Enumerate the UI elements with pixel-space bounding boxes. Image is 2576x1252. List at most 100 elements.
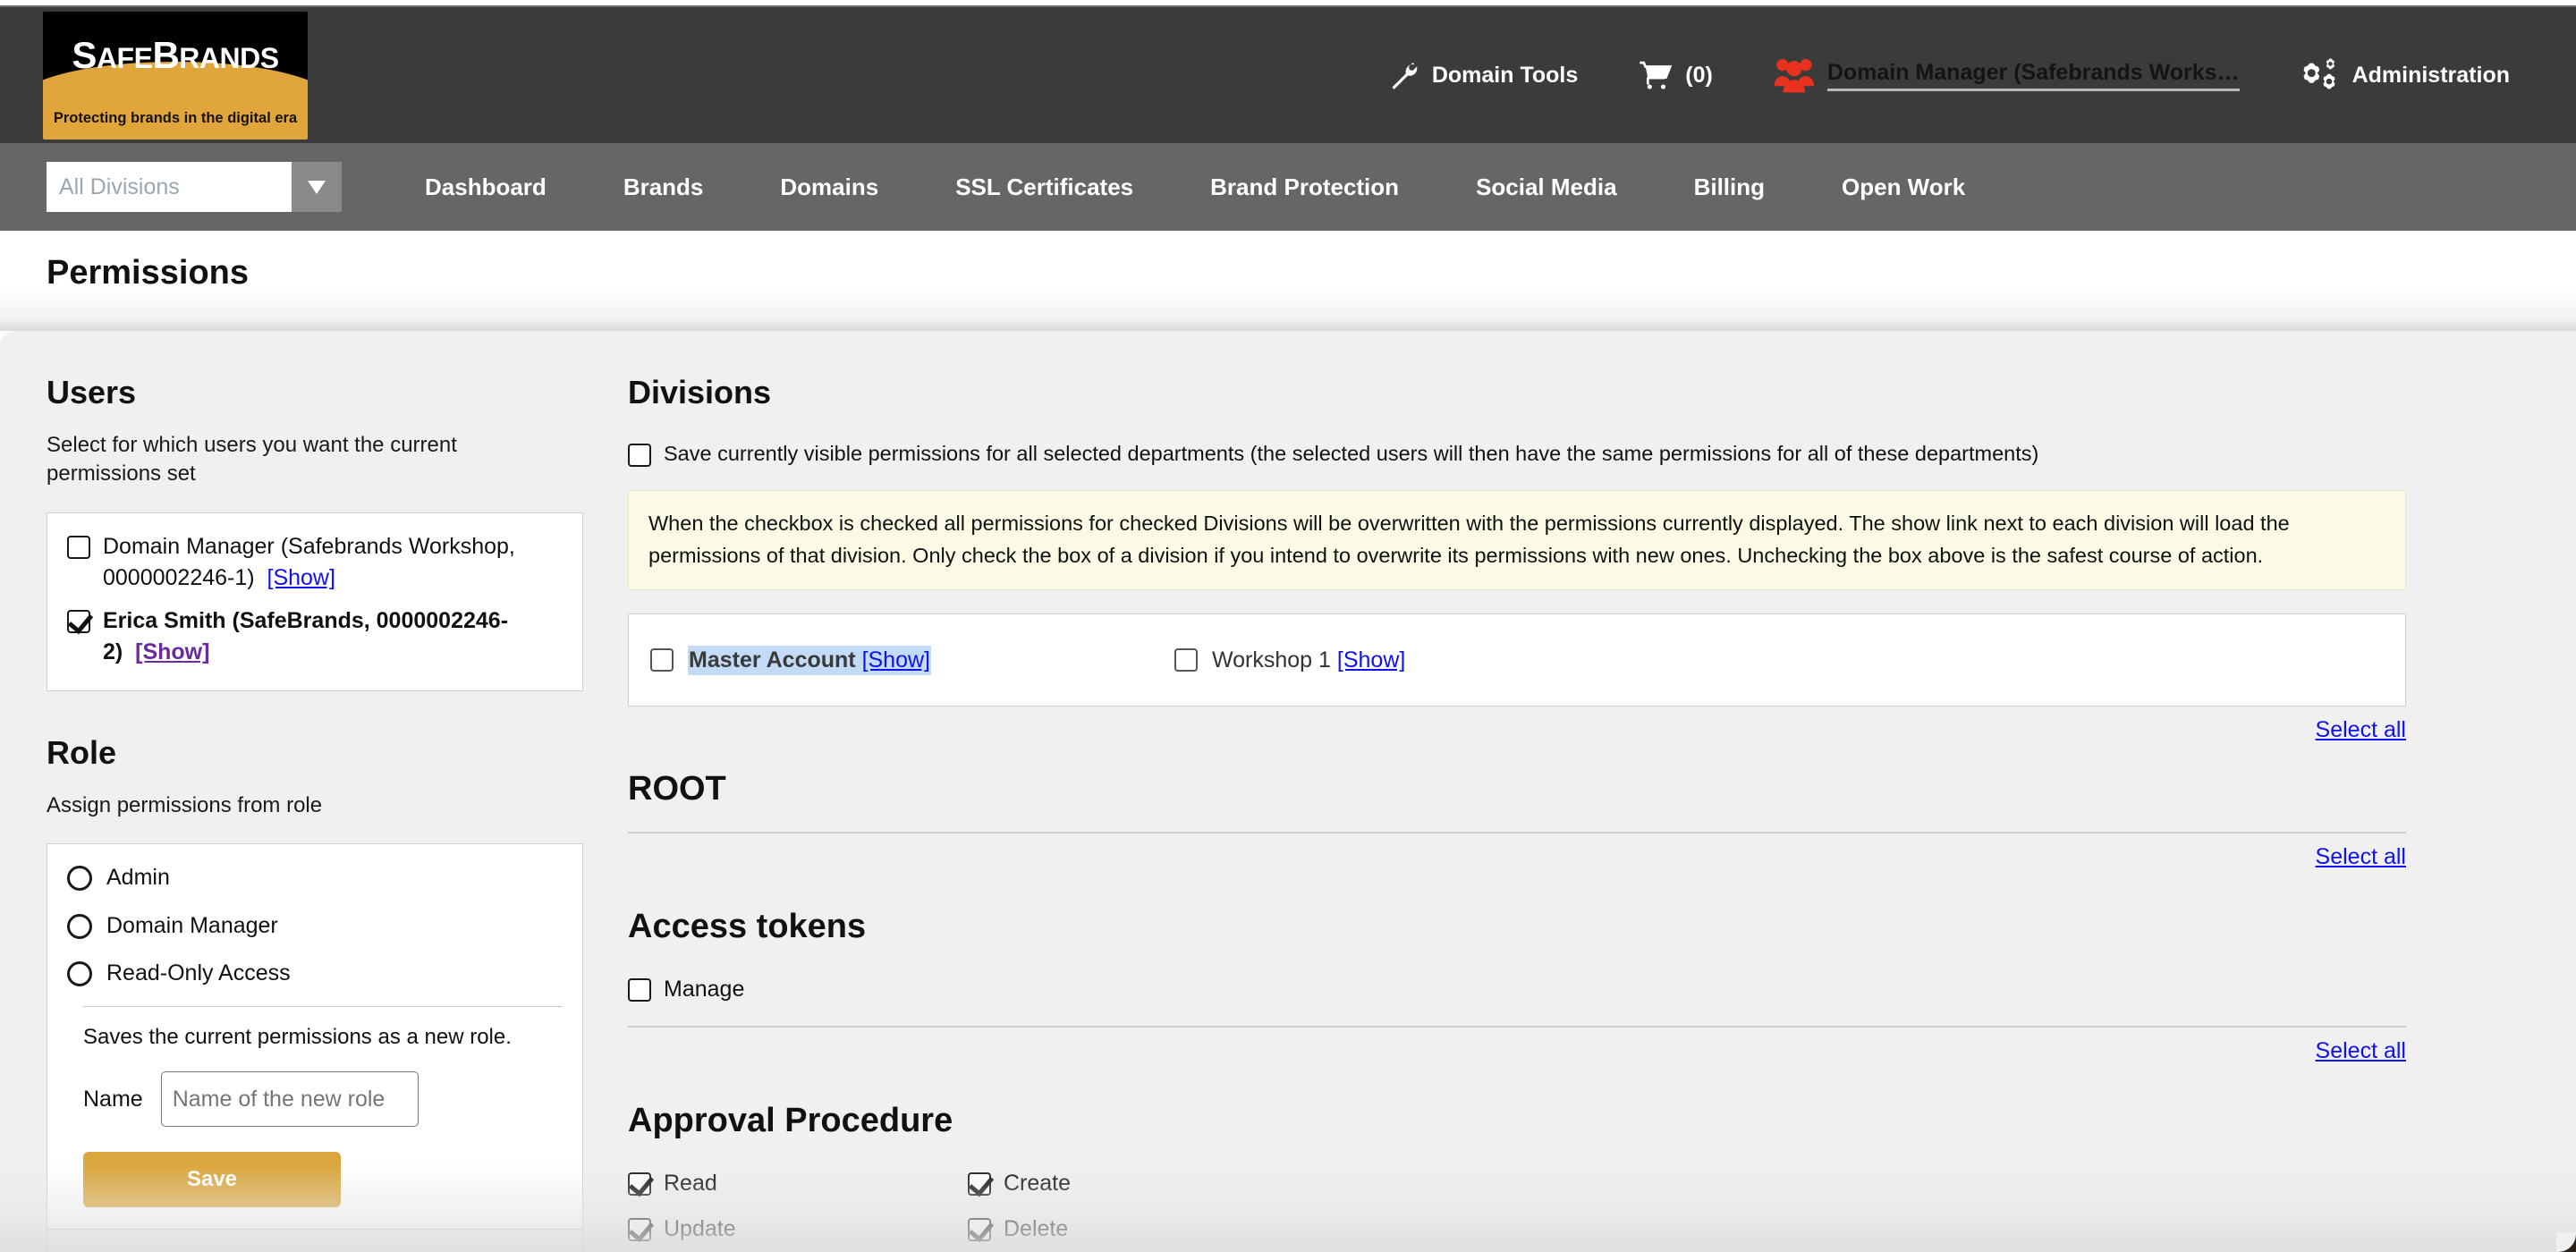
permission-update[interactable]: Update — [628, 1216, 968, 1242]
select-all-link[interactable]: Select all — [2316, 1038, 2406, 1064]
save-all-divisions-checkbox[interactable] — [628, 444, 651, 467]
section-divider — [628, 1026, 2406, 1028]
page-title: Permissions — [47, 254, 249, 292]
brand-logo[interactable]: SAFEBRANDS Protecting brands in the digi… — [43, 11, 311, 140]
role-name-label: Name — [83, 1086, 143, 1112]
permission-manage[interactable]: Manage — [628, 977, 968, 1002]
cart-count-label: (0) — [1685, 62, 1713, 88]
user-row[interactable]: Erica Smith (SafeBrands, 0000002246-2) [… — [67, 605, 563, 669]
user-row-text: Erica Smith (SafeBrands, 0000002246-2) [… — [103, 605, 563, 669]
role-option-label: Admin — [106, 865, 170, 891]
permission-label: Read — [664, 1171, 717, 1197]
role-radio[interactable] — [67, 913, 92, 939]
left-column: Users Select for which users you want th… — [47, 331, 583, 1231]
window-top-strip — [0, 0, 2576, 7]
users-description: Select for which users you want the curr… — [47, 433, 457, 486]
role-option-domain-manager[interactable]: Domain Manager — [67, 910, 563, 943]
select-all-link[interactable]: Select all — [2316, 844, 2406, 870]
logo-title-text: SAFEBRANDS — [72, 33, 279, 77]
cart-icon — [1639, 60, 1673, 90]
logo-part-rands: RANDS — [179, 41, 279, 74]
chevron-down-icon[interactable] — [292, 162, 342, 212]
permission-label: Update — [664, 1216, 736, 1242]
access-tokens-permissions: Manage — [628, 977, 2406, 1002]
permission-create[interactable]: Create — [968, 1171, 2406, 1197]
division-show-link[interactable]: [Show] — [1337, 647, 1405, 673]
division-checkbox[interactable] — [650, 648, 674, 673]
divisions-heading: Divisions — [628, 374, 772, 410]
page-title-band: Permissions — [0, 231, 2576, 331]
permission-checkbox[interactable] — [628, 1217, 651, 1241]
nav-item-ssl-certificates[interactable]: SSL Certificates — [917, 173, 1172, 201]
approval-procedure-permissions: Read Create Update Delete — [628, 1171, 2406, 1242]
logo-part-afe: AFE — [96, 41, 153, 74]
nav-item-domains[interactable]: Domains — [741, 173, 917, 201]
division-checkbox[interactable] — [1174, 648, 1198, 673]
header-item-label: Domain Tools — [1431, 62, 1579, 88]
main-navbar: Dashboard Brands Domains SSL Certificate… — [0, 143, 2576, 231]
permission-checkbox[interactable] — [628, 977, 651, 1002]
header-item-label: Administration — [2351, 62, 2510, 88]
logo-part-b: B — [152, 33, 180, 76]
logo-tagline: Protecting brands in the digital era — [53, 110, 298, 126]
user-checkbox[interactable] — [67, 609, 90, 633]
select-all-link[interactable]: Select all — [2316, 717, 2406, 743]
user-checkbox[interactable] — [67, 535, 90, 559]
users-panel: Domain Manager (Safebrands Workshop, 000… — [47, 512, 583, 691]
save-all-divisions-row[interactable]: Save currently visible permissions for a… — [628, 442, 2488, 467]
gears-icon — [2301, 57, 2340, 93]
role-name-input[interactable] — [160, 1071, 419, 1128]
users-icon — [1774, 57, 1815, 93]
role-note: Saves the current permissions as a new r… — [83, 1024, 512, 1049]
nav-item-brands[interactable]: Brands — [585, 173, 742, 201]
header-item-account[interactable]: Domain Manager (Safebrands Works… — [1743, 57, 2270, 93]
body-left-corner — [0, 331, 14, 1252]
role-option-label: Read-Only Access — [106, 960, 291, 986]
users-heading: Users — [47, 374, 137, 410]
header-item-domain-tools[interactable]: Domain Tools — [1357, 59, 1608, 91]
divisions-list: Master Account [Show] Workshop 1 [Show] — [628, 613, 2406, 707]
divisions-warning-box: When the checkbox is checked all permiss… — [628, 490, 2406, 591]
permission-delete[interactable]: Delete — [968, 1216, 2406, 1242]
division-show-link[interactable]: [Show] — [862, 647, 930, 673]
user-show-link[interactable]: [Show] — [267, 565, 335, 590]
nav-item-open-work[interactable]: Open Work — [1803, 173, 2004, 201]
header-item-cart[interactable]: (0) — [1608, 60, 1743, 90]
division-selected-text: Master Account [Show] — [688, 645, 931, 675]
permission-checkbox[interactable] — [968, 1217, 991, 1241]
permission-checkbox[interactable] — [628, 1172, 651, 1196]
nav-item-dashboard[interactable]: Dashboard — [386, 173, 585, 201]
nav-item-social-media[interactable]: Social Media — [1437, 173, 1656, 201]
right-column: Divisions Save currently visible permiss… — [628, 331, 2488, 1242]
role-name-row: Name — [83, 1071, 563, 1128]
permission-read[interactable]: Read — [628, 1171, 968, 1197]
header-nav: Domain Tools (0) Domain Manager (Safebra… — [1357, 57, 2540, 93]
window-bottom-right-corner — [2556, 1232, 2576, 1252]
user-row[interactable]: Domain Manager (Safebrands Workshop, 000… — [67, 531, 563, 595]
role-option-admin[interactable]: Admin — [67, 862, 563, 894]
nav-links: Dashboard Brands Domains SSL Certificate… — [386, 173, 2004, 201]
permission-checkbox[interactable] — [968, 1172, 991, 1196]
division-item-workshop-1[interactable]: Workshop 1 [Show] — [1174, 647, 1405, 673]
role-radio[interactable] — [67, 866, 92, 892]
save-role-button[interactable]: Save — [83, 1152, 341, 1208]
role-heading: Role — [47, 733, 117, 771]
permission-label: Delete — [1004, 1216, 1069, 1242]
role-radio[interactable] — [67, 961, 92, 987]
division-selector[interactable] — [47, 162, 342, 212]
division-label: Workshop 1 — [1212, 647, 1331, 673]
root-select-all-row: Select all — [628, 844, 2406, 870]
division-select-input[interactable] — [47, 162, 292, 212]
logo-part-s: S — [72, 33, 97, 76]
account-name-label: Domain Manager (Safebrands Works… — [1826, 60, 2240, 91]
header-item-administration[interactable]: Administration — [2270, 57, 2540, 93]
logo-wordmark: SAFEBRANDS — [43, 12, 308, 99]
logo-badge: SAFEBRANDS Protecting brands in the digi… — [43, 11, 308, 140]
app-header: SAFEBRANDS Protecting brands in the digi… — [0, 7, 2576, 143]
division-item-master-account[interactable]: Master Account [Show] — [650, 645, 931, 675]
nav-item-brand-protection[interactable]: Brand Protection — [1172, 173, 1437, 201]
role-option-read-only-access[interactable]: Read-Only Access — [67, 958, 563, 990]
user-show-link[interactable]: [Show] — [135, 639, 209, 664]
save-all-divisions-label: Save currently visible permissions for a… — [664, 442, 2039, 465]
nav-item-billing[interactable]: Billing — [1656, 173, 1803, 201]
